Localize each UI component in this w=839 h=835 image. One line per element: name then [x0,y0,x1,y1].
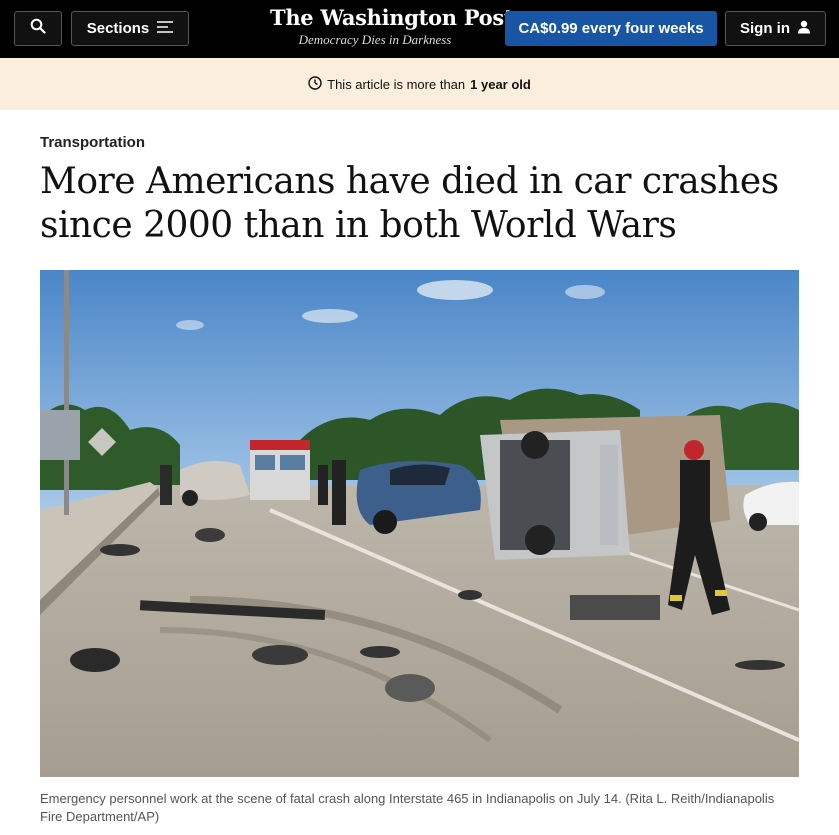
clock-icon [308,75,322,93]
notice-emphasis: 1 year old [470,76,531,92]
article-age-notice: This article is more than 1 year old [0,58,839,110]
site-tagline: Democracy Dies in Darkness [298,32,452,47]
site-logo: The Washington Post [270,5,514,30]
crash-scene-illustration [40,270,799,777]
site-header: Sections The Washington Post Democracy D… [0,0,839,58]
user-icon [797,20,811,38]
search-button[interactable] [14,11,62,46]
sign-in-label: Sign in [740,20,790,37]
article-photo [40,270,799,777]
photo-caption: Emergency personnel work at the scene of… [40,791,775,824]
notice-text: This article is more than [327,76,466,92]
menu-icon [157,20,174,37]
site-logo-link[interactable]: The Washington Post Democracy Dies in Da… [270,4,514,48]
article-headline: More Americans have died in car crashes … [40,161,779,246]
sections-label: Sections [86,20,150,37]
section-kicker[interactable]: Transportation [40,134,145,151]
sections-button[interactable]: Sections [71,11,189,46]
search-icon [30,18,46,39]
subscribe-button[interactable]: CA$0.99 every four weeks [505,11,717,46]
sign-in-button[interactable]: Sign in [725,11,826,46]
